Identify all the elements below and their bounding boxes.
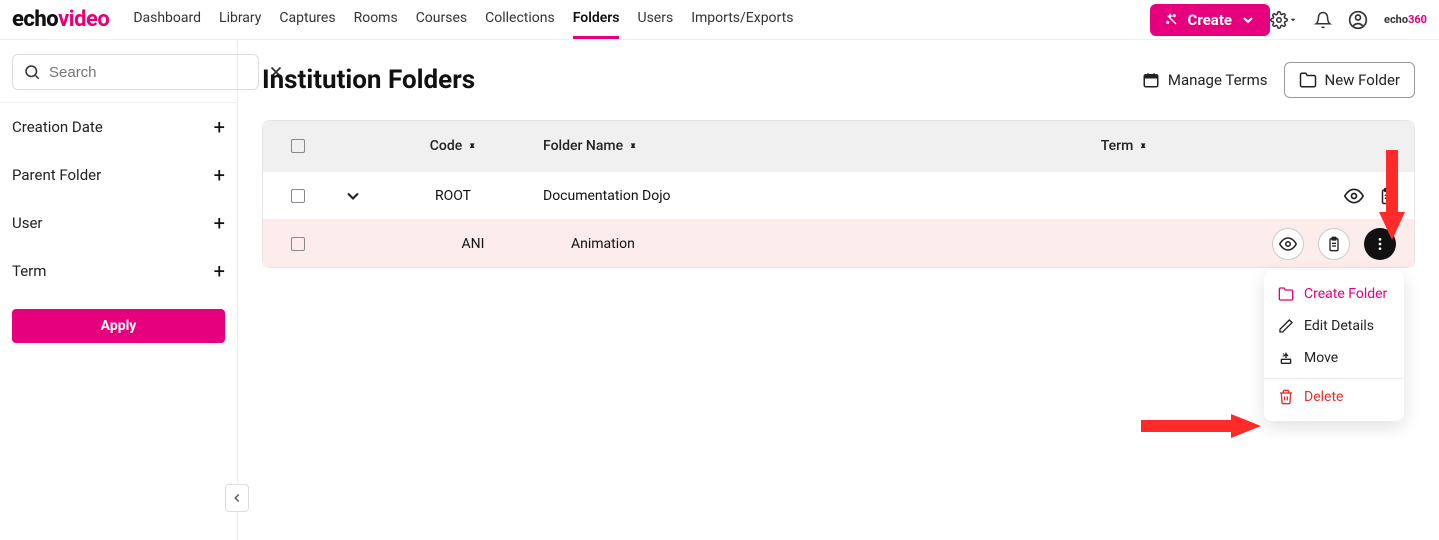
table-row: ROOT Documentation Dojo — [263, 171, 1414, 219]
eye-icon — [1279, 235, 1297, 253]
search-wrap — [0, 40, 237, 102]
search-icon — [23, 63, 41, 81]
select-all-checkbox[interactable] — [291, 139, 305, 153]
header-actions: Manage Terms New Folder — [1142, 62, 1415, 98]
caret-down-icon — [1288, 15, 1298, 25]
filter-user[interactable]: User + — [0, 199, 237, 247]
row-checkbox[interactable] — [291, 189, 305, 203]
menu-edit-details[interactable]: Edit Details — [1264, 310, 1404, 342]
menu-label: Delete — [1304, 389, 1343, 405]
magic-wand-icon — [1164, 12, 1180, 28]
row-checkbox[interactable] — [291, 237, 305, 251]
calendar-icon — [1142, 71, 1160, 89]
clipboard-icon — [1326, 236, 1342, 252]
move-icon — [1278, 350, 1294, 366]
menu-label: Move — [1304, 350, 1338, 366]
clipboard-button[interactable] — [1378, 187, 1396, 205]
clipboard-icon — [1378, 187, 1396, 205]
folder-icon — [1299, 71, 1317, 89]
menu-create-folder[interactable]: Create Folder — [1264, 278, 1404, 310]
cell-folder-name[interactable]: Documentation Dojo — [523, 188, 1044, 204]
filter-label: Creation Date — [12, 118, 103, 136]
filter-label: User — [12, 214, 43, 232]
more-button[interactable] — [1364, 228, 1396, 260]
page-layout: Creation Date + Parent Folder + User + T… — [0, 40, 1439, 540]
row-actions-menu: Create Folder Edit Details Move Del — [1264, 270, 1404, 421]
main-content: Institution Folders Manage Terms New Fol… — [238, 40, 1439, 540]
nav-right: echo360 — [1270, 10, 1427, 30]
create-button[interactable]: Create — [1150, 4, 1270, 36]
pencil-icon — [1278, 318, 1294, 334]
new-folder-button[interactable]: New Folder — [1284, 62, 1415, 98]
account-button[interactable] — [1348, 10, 1368, 30]
logo-video: video — [58, 7, 109, 32]
plus-icon: + — [214, 259, 225, 283]
view-button[interactable] — [1272, 228, 1304, 260]
annotation-arrow-right-icon — [1141, 412, 1261, 440]
search-box[interactable] — [12, 54, 259, 90]
manage-terms-label: Manage Terms — [1168, 71, 1268, 89]
view-button[interactable] — [1344, 186, 1364, 206]
menu-label: Edit Details — [1304, 318, 1374, 334]
column-code[interactable]: Code ▲▼ — [430, 138, 476, 154]
table-header: Code ▲▼ Folder Name ▲▼ Term ▲▼ — [263, 121, 1414, 171]
manage-terms-button[interactable]: Manage Terms — [1142, 71, 1268, 89]
page-title: Institution Folders — [262, 65, 475, 95]
echo360-badge: echo360 — [1384, 13, 1427, 26]
menu-move[interactable]: Move — [1264, 342, 1404, 374]
cell-code: ANI — [383, 236, 523, 252]
cell-code: ROOT — [383, 188, 523, 204]
create-label: Create — [1188, 11, 1232, 29]
chevron-down-icon — [343, 186, 363, 206]
nav-collections[interactable]: Collections — [485, 0, 555, 39]
filter-label: Parent Folder — [12, 166, 101, 184]
plus-icon: + — [214, 115, 225, 139]
expand-button[interactable] — [343, 186, 363, 206]
folder-icon — [1278, 286, 1294, 302]
nav-imports-exports[interactable]: Imports/Exports — [691, 0, 793, 39]
search-input[interactable] — [49, 64, 248, 81]
nav-dashboard[interactable]: Dashboard — [133, 0, 201, 39]
table-row: ANI Animation — [263, 219, 1414, 267]
user-circle-icon — [1348, 10, 1368, 30]
eye-icon — [1344, 186, 1364, 206]
notifications-button[interactable] — [1314, 11, 1332, 29]
menu-label: Create Folder — [1304, 286, 1387, 302]
apply-label: Apply — [101, 318, 137, 334]
nav-rooms[interactable]: Rooms — [354, 0, 398, 39]
folders-table: Code ▲▼ Folder Name ▲▼ Term ▲▼ — [262, 120, 1415, 268]
plus-icon: + — [214, 163, 225, 187]
more-vertical-icon — [1372, 236, 1388, 252]
chevron-down-icon — [1240, 12, 1256, 28]
nav-items: Dashboard Library Captures Rooms Courses… — [133, 0, 1133, 39]
nav-library[interactable]: Library — [219, 0, 261, 39]
filter-parent-folder[interactable]: Parent Folder + — [0, 151, 237, 199]
nav-captures[interactable]: Captures — [279, 0, 335, 39]
filter-term[interactable]: Term + — [0, 247, 237, 295]
column-folder-name[interactable]: Folder Name ▲▼ — [543, 138, 637, 154]
filter-label: Term — [12, 262, 46, 280]
filter-creation-date[interactable]: Creation Date + — [0, 103, 237, 151]
clipboard-button[interactable] — [1318, 228, 1350, 260]
nav-courses[interactable]: Courses — [416, 0, 467, 39]
sidebar: Creation Date + Parent Folder + User + T… — [0, 40, 238, 540]
plus-icon: + — [214, 211, 225, 235]
logo[interactable]: echovideo — [12, 7, 109, 32]
new-folder-label: New Folder — [1325, 71, 1400, 89]
bell-icon — [1314, 11, 1332, 29]
apply-button[interactable]: Apply — [12, 309, 225, 343]
cell-folder-name[interactable]: Animation — [523, 236, 1044, 252]
top-nav: echovideo Dashboard Library Captures Roo… — [0, 0, 1439, 40]
logo-echo: echo — [12, 7, 58, 32]
trash-icon — [1278, 389, 1294, 405]
menu-delete[interactable]: Delete — [1264, 378, 1404, 413]
column-term[interactable]: Term ▲▼ — [1101, 138, 1147, 154]
nav-users[interactable]: Users — [637, 0, 673, 39]
settings-button[interactable] — [1270, 11, 1298, 29]
gear-icon — [1270, 11, 1288, 29]
main-header: Institution Folders Manage Terms New Fol… — [262, 62, 1415, 98]
nav-folders[interactable]: Folders — [573, 0, 620, 39]
